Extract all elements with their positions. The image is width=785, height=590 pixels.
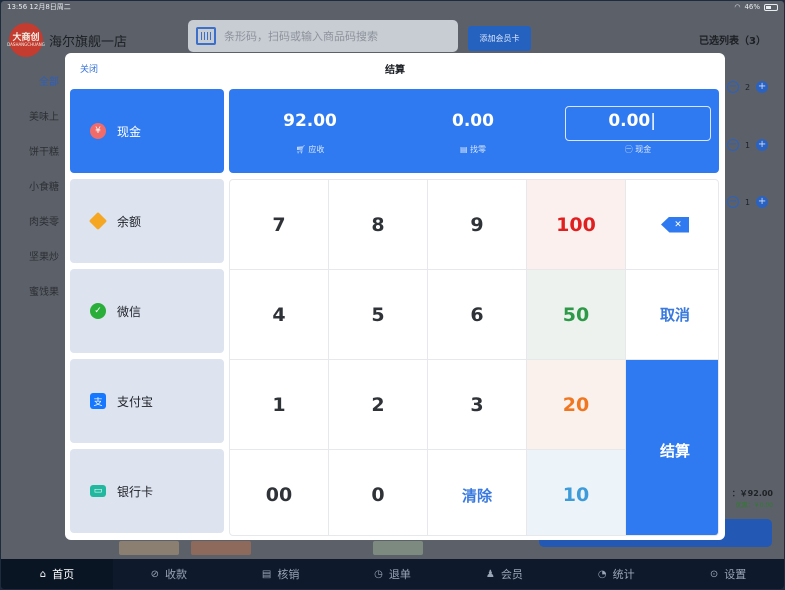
key-00[interactable]: 00 [230, 450, 328, 535]
search-placeholder: 条形码，扫码或输入商品码搜索 [224, 30, 378, 43]
cart-quantity-stepper: − 1 + [727, 196, 769, 208]
nav-stats[interactable]: ◔ 统计 [560, 559, 672, 589]
settle-button[interactable]: 结算 [626, 360, 718, 535]
plus-icon[interactable]: + [756, 81, 769, 93]
key-4[interactable]: 4 [230, 270, 328, 359]
key-100[interactable]: 100 [527, 180, 625, 269]
cart-icon: 🛒︎ [295, 145, 309, 154]
app-frame: 13:56 12月8日周二 ◠ 46% 大商创 DASHANGCHUANG 海尔… [1, 1, 784, 589]
search-input[interactable]: 条形码，扫码或输入商品码搜索 [188, 20, 458, 52]
add-member-card-button[interactable]: 添加会员卡 [468, 26, 531, 51]
change-amount: 0.00 [452, 111, 494, 131]
battery-icon [764, 3, 778, 11]
status-time: 13:56 [7, 3, 28, 11]
plus-icon[interactable]: + [756, 196, 769, 208]
payment-methods: ¥ 现金 余额 ✓ 微信 支 支付宝 ▭ 银行卡 [70, 89, 224, 539]
cash-icon: ¥ [90, 123, 106, 139]
alipay-icon: 支 [90, 393, 106, 409]
bankcard-icon: ▭ [90, 485, 106, 497]
key-8[interactable]: 8 [329, 180, 427, 269]
payment-method-wechat[interactable]: ✓ 微信 [70, 269, 224, 353]
modal-header: 关闭 结算 [65, 53, 725, 83]
product-thumbnail [191, 541, 251, 555]
change-icon: ▤ [459, 145, 471, 154]
minus-icon[interactable]: − [727, 196, 739, 208]
checkout-modal: 关闭 结算 ¥ 现金 余额 ✓ 微信 支 支付宝 ▭ 银行卡 92.00 🛒︎ … [65, 53, 725, 540]
key-3[interactable]: 3 [428, 360, 526, 449]
key-1[interactable]: 1 [230, 360, 328, 449]
verify-icon: ▤ [261, 568, 272, 580]
balance-icon [88, 211, 108, 231]
key-2[interactable]: 2 [329, 360, 427, 449]
cart-quantity-stepper: − 1 + [727, 139, 769, 151]
close-button[interactable]: 关闭 [80, 62, 98, 75]
cart-quantity: 2 [745, 82, 751, 92]
status-date: 12月8日周二 [29, 3, 71, 11]
cancel-button[interactable]: 取消 [626, 270, 718, 359]
nav-verify[interactable]: ▤ 核销 [225, 559, 337, 589]
nav-settings[interactable]: ⊙ 设置 [672, 559, 784, 589]
nav-home[interactable]: ⌂ 首页 [1, 559, 113, 589]
cart-discount: 优惠：￥0.00 [735, 502, 773, 509]
yuan-icon: ㊀ [624, 145, 636, 154]
key-50[interactable]: 50 [527, 270, 625, 359]
battery-level: 46% [744, 3, 760, 11]
product-thumbnail [119, 541, 179, 555]
receivable-amount: 92.00 [283, 111, 337, 131]
key-6[interactable]: 6 [428, 270, 526, 359]
numeric-keypad: 7 8 9 100 ✕ 4 5 6 50 取消 1 2 3 20 结算 00 0… [229, 179, 719, 536]
receive-icon: ⊘ [150, 568, 159, 580]
status-bar: 13:56 12月8日周二 ◠ 46% [1, 1, 784, 13]
receivable-label: 🛒︎ 应收 [295, 145, 325, 154]
cart-total: ：￥92.00 [731, 489, 773, 498]
key-0[interactable]: 0 [329, 450, 427, 535]
payment-method-alipay[interactable]: 支 支付宝 [70, 359, 224, 443]
nav-refund[interactable]: ◷ 退单 [337, 559, 449, 589]
key-5[interactable]: 5 [329, 270, 427, 359]
cart-quantity: 1 [745, 197, 751, 207]
cash-amount: 0.00| [608, 111, 656, 131]
key-9[interactable]: 9 [428, 180, 526, 269]
backspace-button[interactable]: ✕ [626, 180, 718, 269]
barcode-scan-icon[interactable] [196, 27, 216, 45]
payment-method-bankcard[interactable]: ▭ 银行卡 [70, 449, 224, 533]
store-name: 海尔旗舰一店 [49, 35, 128, 50]
backspace-icon: ✕ [661, 216, 689, 233]
cash-label: ㊀ 现金 [624, 145, 652, 154]
change-label: ▤ 找零 [459, 145, 487, 154]
wechat-icon: ✓ [90, 303, 106, 319]
modal-title: 结算 [385, 64, 405, 76]
member-icon: ♟ [485, 568, 495, 580]
refund-icon: ◷ [374, 568, 383, 580]
payment-method-balance[interactable]: 余额 [70, 179, 224, 263]
nav-member[interactable]: ♟ 会员 [448, 559, 560, 589]
stats-icon: ◔ [597, 568, 607, 580]
clear-button[interactable]: 清除 [428, 450, 526, 535]
plus-icon[interactable]: + [756, 139, 769, 151]
minus-icon[interactable]: − [727, 81, 739, 93]
cart-quantity: 1 [745, 140, 751, 150]
key-10[interactable]: 10 [527, 450, 625, 535]
minus-icon[interactable]: − [727, 139, 739, 151]
wifi-icon: ◠ [734, 3, 741, 11]
brand-logo: 大商创 DASHANGCHUANG [7, 23, 45, 57]
product-thumbnail [373, 541, 423, 555]
selected-list-title: 已选列表（3） [699, 36, 766, 47]
key-7[interactable]: 7 [230, 180, 328, 269]
nav-receive[interactable]: ⊘ 收款 [113, 559, 225, 589]
amount-summary: 92.00 🛒︎ 应收 0.00 ▤ 找零 0.00| ㊀ 现金 [229, 89, 719, 173]
settings-icon: ⊙ [709, 568, 719, 580]
bottom-nav: ⌂ 首页 ⊘ 收款 ▤ 核销 ◷ 退单 ♟ 会员 ◔ 统计 ⊙ 设置 [1, 559, 784, 589]
key-20[interactable]: 20 [527, 360, 625, 449]
cart-quantity-stepper: − 2 + [727, 81, 769, 93]
payment-method-cash[interactable]: ¥ 现金 [70, 89, 224, 173]
home-icon: ⌂ [39, 568, 47, 580]
